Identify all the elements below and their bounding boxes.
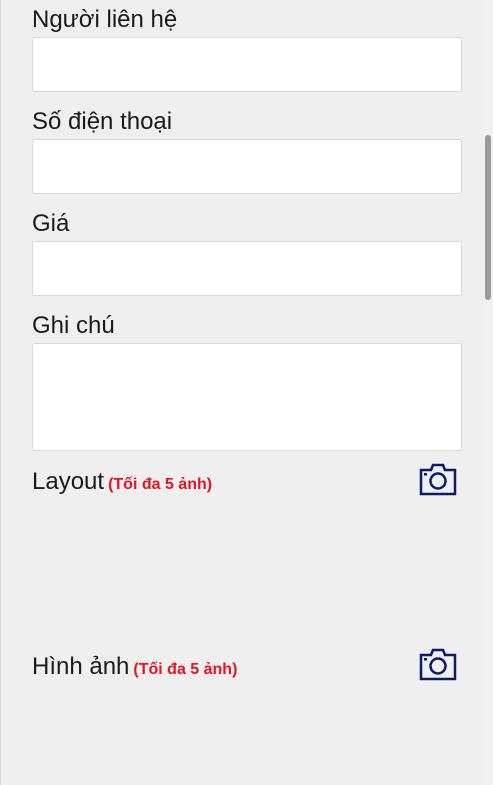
layout-max-hint: (Tối đa 5 ảnh) (108, 476, 213, 493)
images-camera-button[interactable] (419, 647, 457, 681)
layout-upload-section: Layout (Tối đa 5 ảnh) (32, 462, 462, 502)
scrollbar-thumb[interactable] (485, 135, 491, 300)
camera-icon (419, 463, 457, 496)
note-label: Ghi chú (32, 312, 115, 339)
layout-title: Layout (32, 468, 105, 495)
contact-input[interactable] (32, 37, 462, 92)
price-label: Giá (32, 210, 70, 237)
images-title: Hình ảnh (32, 653, 130, 680)
price-input[interactable] (32, 241, 462, 296)
listing-form: Người liên hệ Số điện thoại Giá Ghi chú (32, 0, 463, 451)
phone-label: Số điện thoại (32, 108, 173, 135)
layout-camera-button[interactable] (419, 462, 457, 496)
note-textarea[interactable] (32, 343, 462, 451)
form-page: Người liên hệ Số điện thoại Giá Ghi chú … (0, 0, 493, 785)
camera-icon (419, 648, 457, 681)
images-max-hint: (Tối đa 5 ảnh) (133, 661, 238, 678)
images-upload-section: Hình ảnh (Tối đa 5 ảnh) (32, 647, 462, 687)
phone-input[interactable] (32, 139, 462, 194)
vertical-scrollbar[interactable] (484, 0, 493, 785)
contact-label: Người liên hệ (32, 6, 178, 33)
